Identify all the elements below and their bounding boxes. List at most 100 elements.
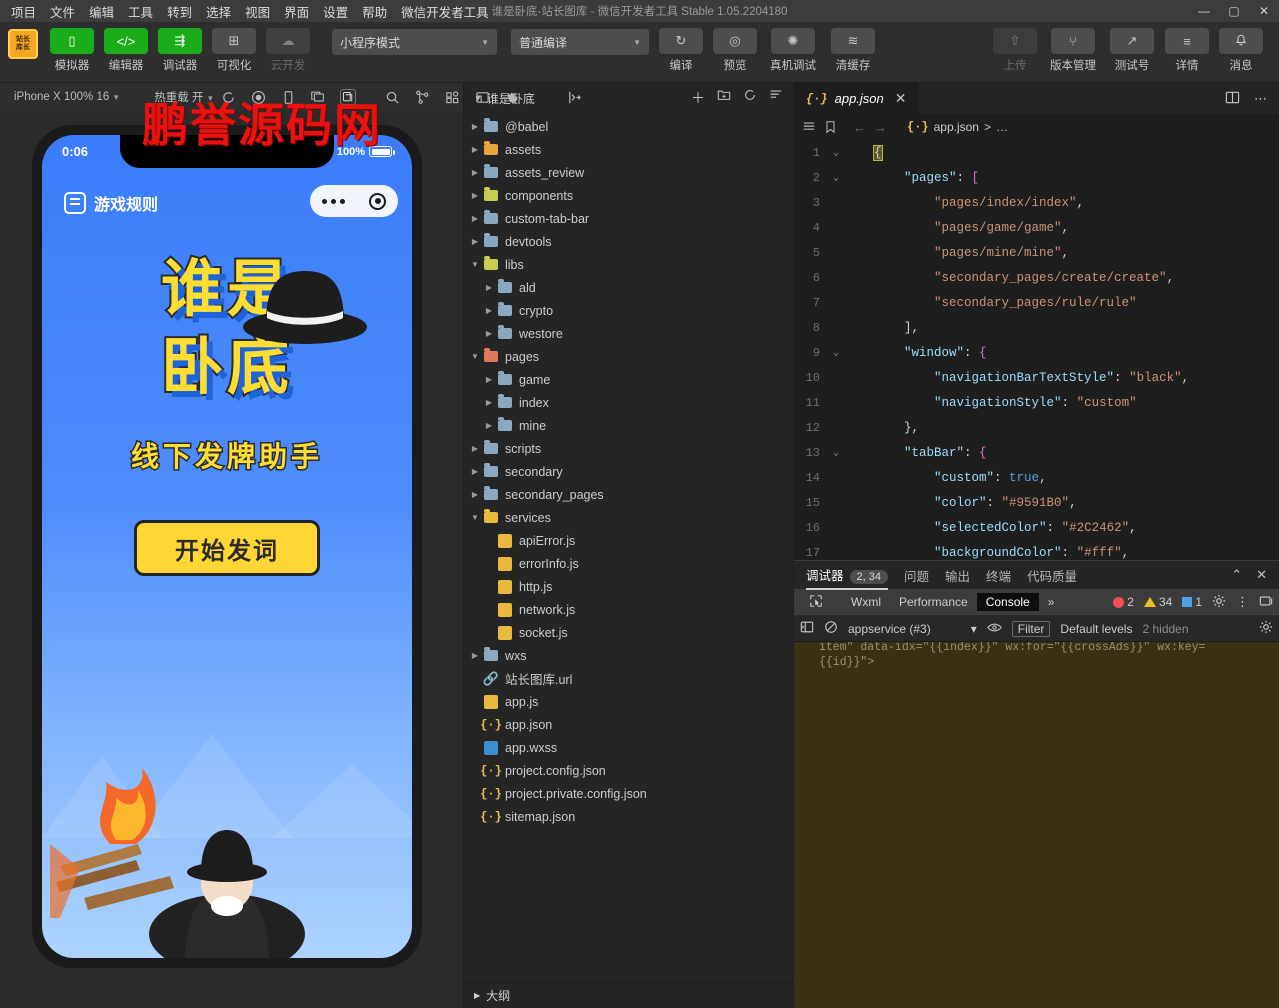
menu-item-tools[interactable]: 工具	[121, 0, 160, 23]
chevron-right-icon[interactable]: ▶	[482, 329, 496, 338]
devtools-panel-console[interactable]: Console	[976, 593, 1039, 611]
tree-item[interactable]: network.js	[464, 598, 793, 621]
tree-item[interactable]: errorInfo.js	[464, 552, 793, 575]
close-icon[interactable]: ✕	[1249, 0, 1279, 22]
menu-item-project[interactable]: 项目	[4, 0, 43, 23]
error-count[interactable]: 2	[1113, 595, 1134, 609]
more-icon[interactable]: ⋯	[1254, 91, 1267, 107]
tree-item[interactable]: ▶ components	[464, 184, 793, 207]
chevron-down-icon[interactable]: ▼	[468, 513, 482, 522]
device-select[interactable]: iPhone X 100% 16 ▼	[8, 91, 126, 103]
toolbar-compile-button[interactable]: ↻ 编译	[657, 28, 705, 73]
hotreload-select[interactable]: 热重载 开 ▼	[148, 89, 220, 105]
chevron-right-icon[interactable]: ▶	[468, 122, 482, 131]
warning-count[interactable]: 34	[1143, 595, 1172, 609]
collapse-icon[interactable]	[769, 88, 783, 108]
hand-icon[interactable]	[504, 89, 520, 105]
tree-item[interactable]: ▶ secondary_pages	[464, 483, 793, 506]
fold-chevron-icon[interactable]: ⌄	[828, 348, 844, 358]
menu-item-view[interactable]: 视图	[238, 0, 277, 23]
kebab-icon[interactable]: ⋮	[1236, 594, 1249, 611]
toolbar-cloud-button[interactable]: ☁ 云开发	[264, 28, 312, 73]
tab-problems[interactable]: 问题	[904, 561, 929, 589]
tree-item[interactable]: ▶ devtools	[464, 230, 793, 253]
forward-arrow-icon[interactable]: →	[874, 120, 887, 135]
maximize-icon[interactable]: ▢	[1219, 0, 1249, 22]
menu-item-file[interactable]: 文件	[43, 0, 82, 23]
chevron-right-icon[interactable]: ▶	[468, 145, 482, 154]
tree-item[interactable]: http.js	[464, 575, 793, 598]
info-count[interactable]: 1	[1182, 595, 1202, 609]
toolbar-debugger-button[interactable]: ⇶ 调试器	[156, 28, 204, 73]
clear-console-icon[interactable]	[824, 620, 838, 637]
rotate-icon[interactable]	[280, 89, 296, 105]
chevron-right-icon[interactable]: ▶	[482, 421, 496, 430]
refresh-icon[interactable]	[743, 88, 757, 108]
copy-icon[interactable]	[340, 89, 357, 105]
tree-item[interactable]: ▶ assets_review	[464, 161, 793, 184]
tree-item[interactable]: 🔗 站长图库.url	[464, 667, 793, 690]
inspect-icon[interactable]	[800, 592, 832, 613]
minimize-icon[interactable]: —	[1189, 0, 1219, 22]
mode-select[interactable]: 小程序模式 ▼	[332, 29, 497, 55]
tree-item[interactable]: app.js	[464, 690, 793, 713]
tree-item[interactable]: ▶ scripts	[464, 437, 793, 460]
tree-item[interactable]: ▶ wxs	[464, 644, 793, 667]
toolbar-simulator-button[interactable]: ▯ 模拟器	[48, 28, 96, 73]
file-tree[interactable]: ▶ @babel ▶ assets ▶ assets_review ▶ components ▶…	[464, 113, 793, 982]
project-logo-icon[interactable]: 站长 库长	[8, 29, 38, 59]
chevron-right-icon[interactable]: ▶	[468, 444, 482, 453]
tree-item[interactable]: ▶ @babel	[464, 115, 793, 138]
chevron-down-icon[interactable]: ▼	[468, 352, 482, 361]
console-context-select[interactable]: appservice (#3) ▾	[848, 622, 977, 636]
fold-chevron-icon[interactable]: ⌄	[828, 448, 844, 458]
more-icon[interactable]	[322, 198, 345, 204]
tree-item[interactable]: app.wxss	[464, 736, 793, 759]
chevron-down-icon[interactable]: ▼	[468, 260, 482, 269]
tree-item[interactable]: {·} app.json	[464, 713, 793, 736]
compile-select[interactable]: 普通编译 ▼	[511, 29, 649, 55]
refresh-icon[interactable]	[220, 89, 236, 105]
tree-item[interactable]: ▶ custom-tab-bar	[464, 207, 793, 230]
tab-code-quality[interactable]: 代码质量	[1027, 561, 1077, 589]
breadcrumb[interactable]: {·} app.json > …	[907, 120, 1008, 134]
tab-debugger[interactable]: 调试器 2, 34	[806, 560, 888, 590]
log-levels-select[interactable]: Default levels	[1060, 622, 1132, 636]
list-icon[interactable]	[802, 120, 816, 134]
fold-chevron-icon[interactable]: ⌄	[828, 148, 844, 158]
toolbar-clear-cache-button[interactable]: ≋ 清缓存	[827, 28, 879, 73]
tree-item[interactable]: ▶ westore	[464, 322, 793, 345]
split-editor-icon[interactable]	[1225, 90, 1240, 108]
chevron-right-icon[interactable]: ▶	[482, 283, 496, 292]
tree-item[interactable]: {·} project.config.json	[464, 759, 793, 782]
new-file-icon[interactable]: ＋	[691, 88, 705, 108]
tree-item[interactable]: ▼ libs	[464, 253, 793, 276]
toolbar-details-button[interactable]: ≡ 详情	[1163, 28, 1211, 73]
components-icon[interactable]	[444, 89, 460, 105]
chevron-right-icon[interactable]: ▶	[482, 398, 496, 407]
menu-item-edit[interactable]: 编辑	[82, 0, 121, 23]
console-output[interactable]: item" data-idx="{{index}}" wx:for="{{cro…	[794, 642, 1279, 1008]
gear-icon[interactable]	[1259, 620, 1273, 637]
tree-item[interactable]: ▼ services	[464, 506, 793, 529]
tab-terminal[interactable]: 终端	[986, 561, 1011, 589]
outline-section[interactable]: ▶ 大纲	[464, 982, 793, 1008]
toolbar-test-account-button[interactable]: ↗ 测试号	[1107, 28, 1157, 73]
toolbar-device-debug-button[interactable]: ✺ 真机调试	[765, 28, 821, 73]
close-capsule-icon[interactable]	[369, 192, 386, 210]
search-icon[interactable]	[384, 89, 400, 105]
chevron-right-icon[interactable]: ▶	[468, 651, 482, 660]
tree-item[interactable]: {·} sitemap.json	[464, 805, 793, 828]
devtools-panel-performance[interactable]: Performance	[890, 593, 977, 611]
chevron-right-icon[interactable]: ▶	[468, 237, 482, 246]
chevron-right-icon[interactable]: ▶	[468, 467, 482, 476]
tab-output[interactable]: 输出	[945, 561, 970, 589]
flow-icon[interactable]	[414, 89, 430, 105]
editor-tab-app-json[interactable]: {·} app.json ✕	[794, 83, 920, 114]
new-folder-icon[interactable]	[717, 88, 731, 108]
menu-item-select[interactable]: 选择	[199, 0, 238, 23]
gear-icon[interactable]	[1212, 594, 1226, 611]
chevron-right-icon[interactable]: ▶	[468, 191, 482, 200]
tree-item[interactable]: ▼ pages	[464, 345, 793, 368]
eye-icon[interactable]	[986, 620, 1002, 638]
